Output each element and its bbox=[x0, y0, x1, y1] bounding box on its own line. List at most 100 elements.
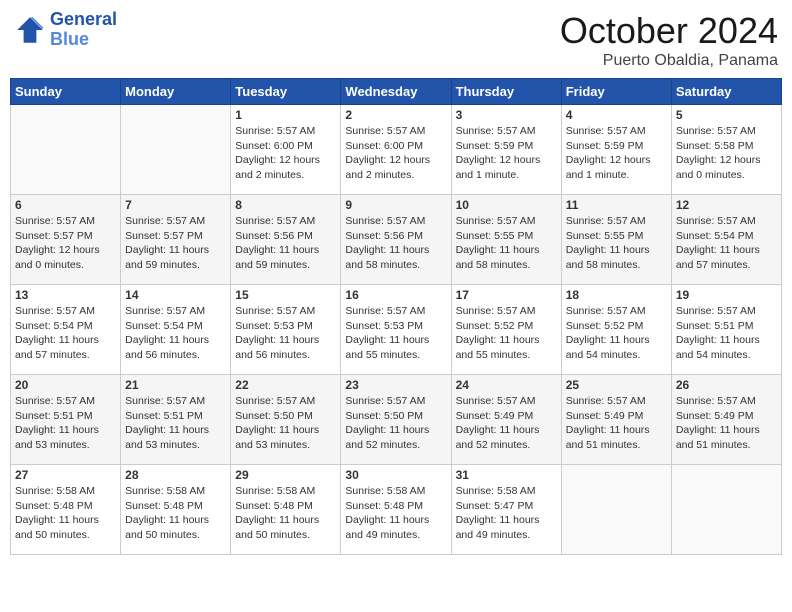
day-number: 11 bbox=[566, 198, 667, 212]
day-number: 20 bbox=[15, 378, 116, 392]
day-info: Sunrise: 5:57 AM Sunset: 5:54 PM Dayligh… bbox=[676, 214, 777, 273]
calendar-cell: 28Sunrise: 5:58 AM Sunset: 5:48 PM Dayli… bbox=[121, 465, 231, 555]
day-info: Sunrise: 5:57 AM Sunset: 5:55 PM Dayligh… bbox=[456, 214, 557, 273]
weekday-header-friday: Friday bbox=[561, 79, 671, 105]
day-number: 25 bbox=[566, 378, 667, 392]
day-number: 8 bbox=[235, 198, 336, 212]
day-info: Sunrise: 5:57 AM Sunset: 5:49 PM Dayligh… bbox=[566, 394, 667, 453]
day-number: 12 bbox=[676, 198, 777, 212]
day-number: 24 bbox=[456, 378, 557, 392]
calendar-header: SundayMondayTuesdayWednesdayThursdayFrid… bbox=[11, 79, 782, 105]
location-subtitle: Puerto Obaldia, Panama bbox=[560, 52, 778, 70]
calendar-cell: 18Sunrise: 5:57 AM Sunset: 5:52 PM Dayli… bbox=[561, 285, 671, 375]
calendar-week-2: 6 Sunrise: 5:57 AM Sunset: 5:57 PM Daylig… bbox=[11, 195, 782, 285]
day-info: Sunrise: 5:57 AM Sunset: 5:56 PM Dayligh… bbox=[345, 214, 446, 273]
calendar-cell: 20 Sunrise: 5:57 AM Sunset: 5:51 PM Dayli… bbox=[11, 375, 121, 465]
day-number: 19 bbox=[676, 288, 777, 302]
weekday-header-tuesday: Tuesday bbox=[231, 79, 341, 105]
calendar-cell: 11 Sunrise: 5:57 AM Sunset: 5:55 PM Dayli… bbox=[561, 195, 671, 285]
weekday-header-wednesday: Wednesday bbox=[341, 79, 451, 105]
day-info: Sunrise: 5:57 AM Sunset: 5:55 PM Dayligh… bbox=[566, 214, 667, 273]
page-header: GeneralBlue October 2024 Puerto Obaldia,… bbox=[10, 10, 782, 70]
calendar-cell: 27 Sunrise: 5:58 AM Sunset: 5:48 PM Dayli… bbox=[11, 465, 121, 555]
weekday-header-sunday: Sunday bbox=[11, 79, 121, 105]
day-number: 29 bbox=[235, 468, 336, 482]
day-number: 3 bbox=[456, 108, 557, 122]
calendar-cell: 9 Sunrise: 5:57 AM Sunset: 5:56 PM Daylig… bbox=[341, 195, 451, 285]
day-number: 5 bbox=[676, 108, 777, 122]
logo: GeneralBlue bbox=[14, 10, 117, 50]
day-number: 23 bbox=[345, 378, 446, 392]
day-info: Sunrise: 5:57 AM Sunset: 5:59 PM Dayligh… bbox=[566, 124, 667, 183]
day-info: Sunrise: 5:57 AM Sunset: 5:58 PM Dayligh… bbox=[676, 124, 777, 183]
day-info: Sunrise: 5:58 AM Sunset: 5:47 PM Dayligh… bbox=[456, 484, 557, 543]
day-info: Sunrise: 5:57 AM Sunset: 5:59 PM Dayligh… bbox=[456, 124, 557, 183]
day-info: Sunrise: 5:57 AM Sunset: 6:00 PM Dayligh… bbox=[235, 124, 336, 183]
day-number: 28 bbox=[125, 468, 226, 482]
calendar-cell: 29Sunrise: 5:58 AM Sunset: 5:48 PM Dayli… bbox=[231, 465, 341, 555]
calendar-cell: 16 Sunrise: 5:57 AM Sunset: 5:53 PM Dayli… bbox=[341, 285, 451, 375]
day-number: 14 bbox=[125, 288, 226, 302]
day-info: Sunrise: 5:57 AM Sunset: 5:53 PM Dayligh… bbox=[235, 304, 336, 363]
calendar-cell bbox=[11, 105, 121, 195]
day-info: Sunrise: 5:57 AM Sunset: 5:49 PM Dayligh… bbox=[456, 394, 557, 453]
weekday-header-thursday: Thursday bbox=[451, 79, 561, 105]
day-number: 16 bbox=[345, 288, 446, 302]
day-info: Sunrise: 5:57 AM Sunset: 5:56 PM Dayligh… bbox=[235, 214, 336, 273]
calendar-cell: 14 Sunrise: 5:57 AM Sunset: 5:54 PM Dayli… bbox=[121, 285, 231, 375]
calendar-week-3: 13 Sunrise: 5:57 AM Sunset: 5:54 PM Dayli… bbox=[11, 285, 782, 375]
calendar-table: SundayMondayTuesdayWednesdayThursdayFrid… bbox=[10, 78, 782, 555]
calendar-body: 1Sunrise: 5:57 AM Sunset: 6:00 PM Daylig… bbox=[11, 105, 782, 555]
day-info: Sunrise: 5:57 AM Sunset: 5:51 PM Dayligh… bbox=[15, 394, 116, 453]
day-info: Sunrise: 5:57 AM Sunset: 5:54 PM Dayligh… bbox=[125, 304, 226, 363]
day-number: 30 bbox=[345, 468, 446, 482]
calendar-cell: 13 Sunrise: 5:57 AM Sunset: 5:54 PM Dayli… bbox=[11, 285, 121, 375]
calendar-cell: 1Sunrise: 5:57 AM Sunset: 6:00 PM Daylig… bbox=[231, 105, 341, 195]
day-number: 6 bbox=[15, 198, 116, 212]
calendar-cell: 7Sunrise: 5:57 AM Sunset: 5:57 PM Daylig… bbox=[121, 195, 231, 285]
calendar-cell: 15 Sunrise: 5:57 AM Sunset: 5:53 PM Dayli… bbox=[231, 285, 341, 375]
calendar-cell: 21 Sunrise: 5:57 AM Sunset: 5:51 PM Dayli… bbox=[121, 375, 231, 465]
day-info: Sunrise: 5:57 AM Sunset: 5:50 PM Dayligh… bbox=[235, 394, 336, 453]
calendar-week-5: 27 Sunrise: 5:58 AM Sunset: 5:48 PM Dayli… bbox=[11, 465, 782, 555]
month-title: October 2024 bbox=[560, 10, 778, 52]
calendar-cell: 12 Sunrise: 5:57 AM Sunset: 5:54 PM Dayli… bbox=[671, 195, 781, 285]
day-number: 15 bbox=[235, 288, 336, 302]
logo-text: GeneralBlue bbox=[50, 10, 117, 50]
day-info: Sunrise: 5:57 AM Sunset: 5:53 PM Dayligh… bbox=[345, 304, 446, 363]
calendar-cell: 31Sunrise: 5:58 AM Sunset: 5:47 PM Dayli… bbox=[451, 465, 561, 555]
calendar-cell bbox=[671, 465, 781, 555]
day-info: Sunrise: 5:57 AM Sunset: 5:51 PM Dayligh… bbox=[676, 304, 777, 363]
weekday-header-saturday: Saturday bbox=[671, 79, 781, 105]
day-number: 13 bbox=[15, 288, 116, 302]
day-info: Sunrise: 5:57 AM Sunset: 5:54 PM Dayligh… bbox=[15, 304, 116, 363]
day-number: 17 bbox=[456, 288, 557, 302]
calendar-cell: 30 Sunrise: 5:58 AM Sunset: 5:48 PM Dayli… bbox=[341, 465, 451, 555]
day-number: 21 bbox=[125, 378, 226, 392]
calendar-cell: 5 Sunrise: 5:57 AM Sunset: 5:58 PM Daylig… bbox=[671, 105, 781, 195]
day-number: 4 bbox=[566, 108, 667, 122]
day-number: 9 bbox=[345, 198, 446, 212]
logo-icon bbox=[14, 14, 46, 46]
calendar-cell: 4 Sunrise: 5:57 AM Sunset: 5:59 PM Daylig… bbox=[561, 105, 671, 195]
calendar-cell: 22Sunrise: 5:57 AM Sunset: 5:50 PM Dayli… bbox=[231, 375, 341, 465]
calendar-cell: 2Sunrise: 5:57 AM Sunset: 6:00 PM Daylig… bbox=[341, 105, 451, 195]
day-number: 26 bbox=[676, 378, 777, 392]
calendar-cell: 25 Sunrise: 5:57 AM Sunset: 5:49 PM Dayli… bbox=[561, 375, 671, 465]
calendar-cell: 26 Sunrise: 5:57 AM Sunset: 5:49 PM Dayli… bbox=[671, 375, 781, 465]
day-info: Sunrise: 5:58 AM Sunset: 5:48 PM Dayligh… bbox=[15, 484, 116, 543]
day-number: 10 bbox=[456, 198, 557, 212]
weekday-header-monday: Monday bbox=[121, 79, 231, 105]
day-info: Sunrise: 5:57 AM Sunset: 5:51 PM Dayligh… bbox=[125, 394, 226, 453]
calendar-cell bbox=[561, 465, 671, 555]
calendar-cell: 17Sunrise: 5:57 AM Sunset: 5:52 PM Dayli… bbox=[451, 285, 561, 375]
day-info: Sunrise: 5:57 AM Sunset: 5:49 PM Dayligh… bbox=[676, 394, 777, 453]
calendar-cell: 6Sunrise: 5:57 AM Sunset: 5:57 PM Daylig… bbox=[11, 195, 121, 285]
calendar-cell: 24 Sunrise: 5:57 AM Sunset: 5:49 PM Dayli… bbox=[451, 375, 561, 465]
day-info: Sunrise: 5:57 AM Sunset: 6:00 PM Dayligh… bbox=[345, 124, 446, 183]
day-info: Sunrise: 5:58 AM Sunset: 5:48 PM Dayligh… bbox=[345, 484, 446, 543]
calendar-cell: 23Sunrise: 5:57 AM Sunset: 5:50 PM Dayli… bbox=[341, 375, 451, 465]
calendar-week-1: 1Sunrise: 5:57 AM Sunset: 6:00 PM Daylig… bbox=[11, 105, 782, 195]
day-number: 27 bbox=[15, 468, 116, 482]
day-info: Sunrise: 5:57 AM Sunset: 5:57 PM Dayligh… bbox=[125, 214, 226, 273]
